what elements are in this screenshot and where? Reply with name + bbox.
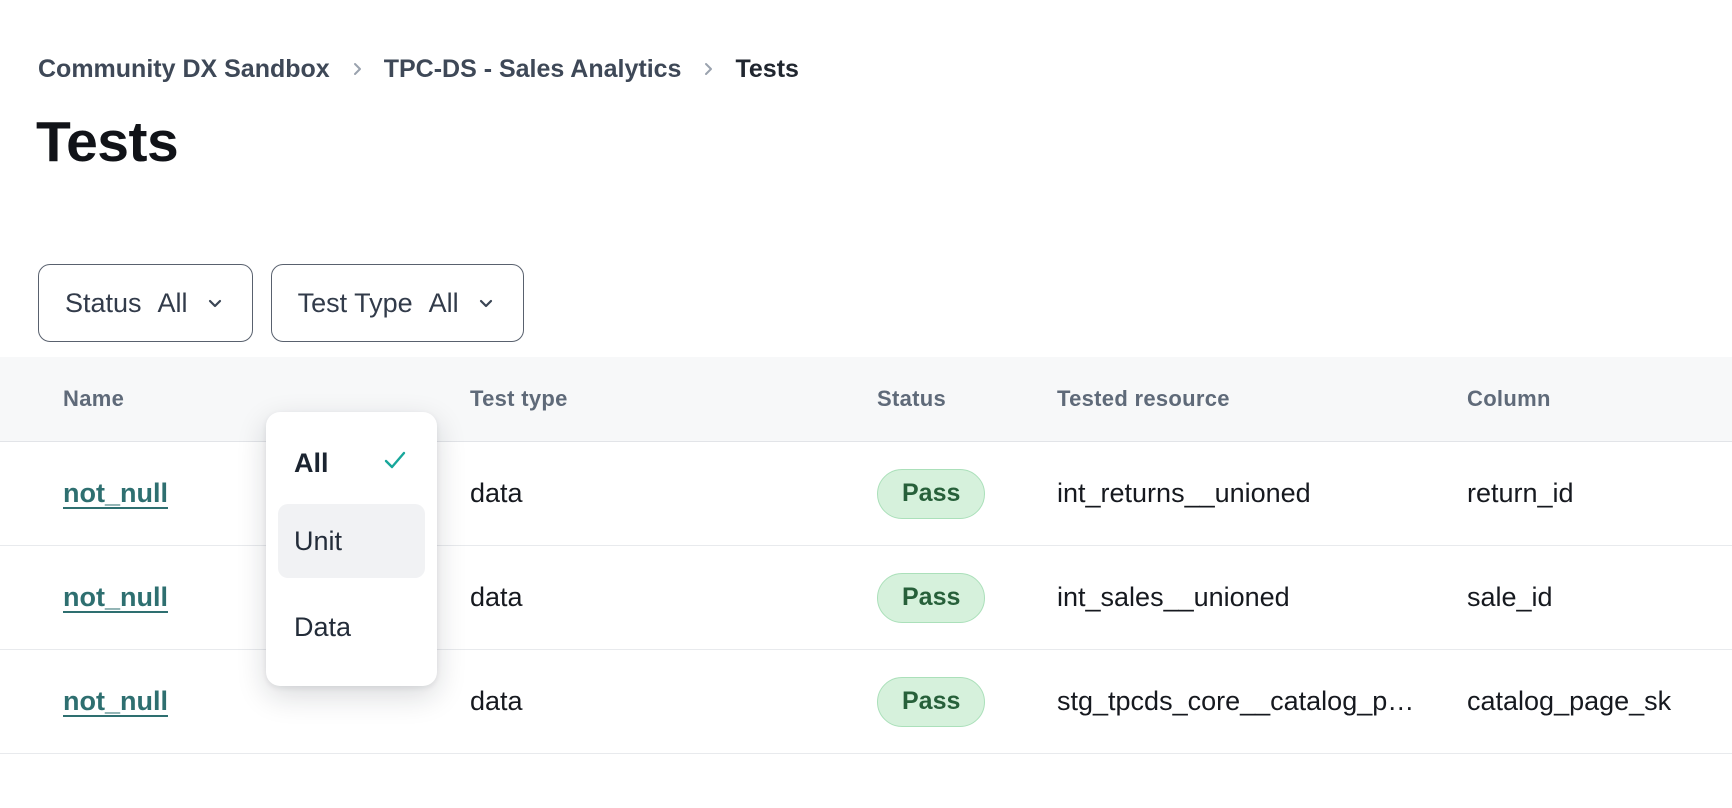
column-header-test-type: Test type: [470, 386, 877, 412]
test-name-link[interactable]: not_null: [63, 582, 168, 612]
status-badge: Pass: [877, 469, 985, 519]
tests-table: Name Test type Status Tested resource Co…: [0, 357, 1732, 754]
table-header-row: Name Test type Status Tested resource Co…: [0, 357, 1732, 442]
test-name-link[interactable]: not_null: [63, 686, 168, 716]
menu-item-unit-label: Unit: [294, 526, 342, 557]
table-row: not_null data Pass stg_tpcds_core__catal…: [0, 650, 1732, 754]
tested-resource-cell: int_sales__unioned: [1057, 582, 1467, 613]
menu-item-data-label: Data: [294, 612, 351, 643]
status-filter-button[interactable]: Status All: [38, 264, 253, 342]
column-header-name: Name: [63, 386, 470, 412]
status-badge: Pass: [877, 573, 985, 623]
status-filter-label: Status: [65, 288, 142, 319]
status-badge: Pass: [877, 677, 985, 727]
test-type-dropdown-menu: All Unit Data: [266, 412, 437, 686]
column-header-tested-resource: Tested resource: [1057, 386, 1467, 412]
test-type-filter-button[interactable]: Test Type All: [271, 264, 524, 342]
table-row: not_null data Pass int_returns__unioned …: [0, 442, 1732, 546]
filters-bar: Status All Test Type All: [38, 264, 1732, 342]
status-filter-value: All: [158, 288, 188, 319]
breadcrumb-item-account[interactable]: Community DX Sandbox: [38, 55, 330, 84]
chevron-down-icon: [204, 292, 226, 314]
checkmark-icon: [381, 446, 409, 481]
column-cell: return_id: [1467, 478, 1732, 509]
menu-item-data[interactable]: Data: [278, 590, 425, 664]
table-row: not_null data Pass int_sales__unioned sa…: [0, 546, 1732, 650]
menu-item-unit[interactable]: Unit: [278, 504, 425, 578]
test-name-link[interactable]: not_null: [63, 478, 168, 508]
test-type-filter-value: All: [429, 288, 459, 319]
breadcrumb-item-current: Tests: [735, 55, 798, 84]
tested-resource-cell: stg_tpcds_core__catalog_p…: [1057, 686, 1467, 717]
chevron-right-icon: [348, 60, 366, 78]
page-title: Tests: [36, 108, 1732, 176]
tested-resource-cell: int_returns__unioned: [1057, 478, 1467, 509]
chevron-right-icon: [699, 60, 717, 78]
column-cell: sale_id: [1467, 582, 1732, 613]
menu-item-all-label: All: [294, 448, 329, 479]
chevron-down-icon: [475, 292, 497, 314]
test-type-cell: data: [470, 686, 877, 717]
breadcrumb: Community DX Sandbox TPC-DS - Sales Anal…: [38, 52, 1732, 86]
column-header-column: Column: [1467, 386, 1732, 412]
column-header-status: Status: [877, 386, 1057, 412]
breadcrumb-item-project[interactable]: TPC-DS - Sales Analytics: [384, 55, 682, 84]
menu-item-all[interactable]: All: [278, 434, 425, 492]
test-type-cell: data: [470, 478, 877, 509]
test-type-filter-label: Test Type: [298, 288, 413, 319]
column-cell: catalog_page_sk: [1467, 686, 1732, 717]
test-type-cell: data: [470, 582, 877, 613]
